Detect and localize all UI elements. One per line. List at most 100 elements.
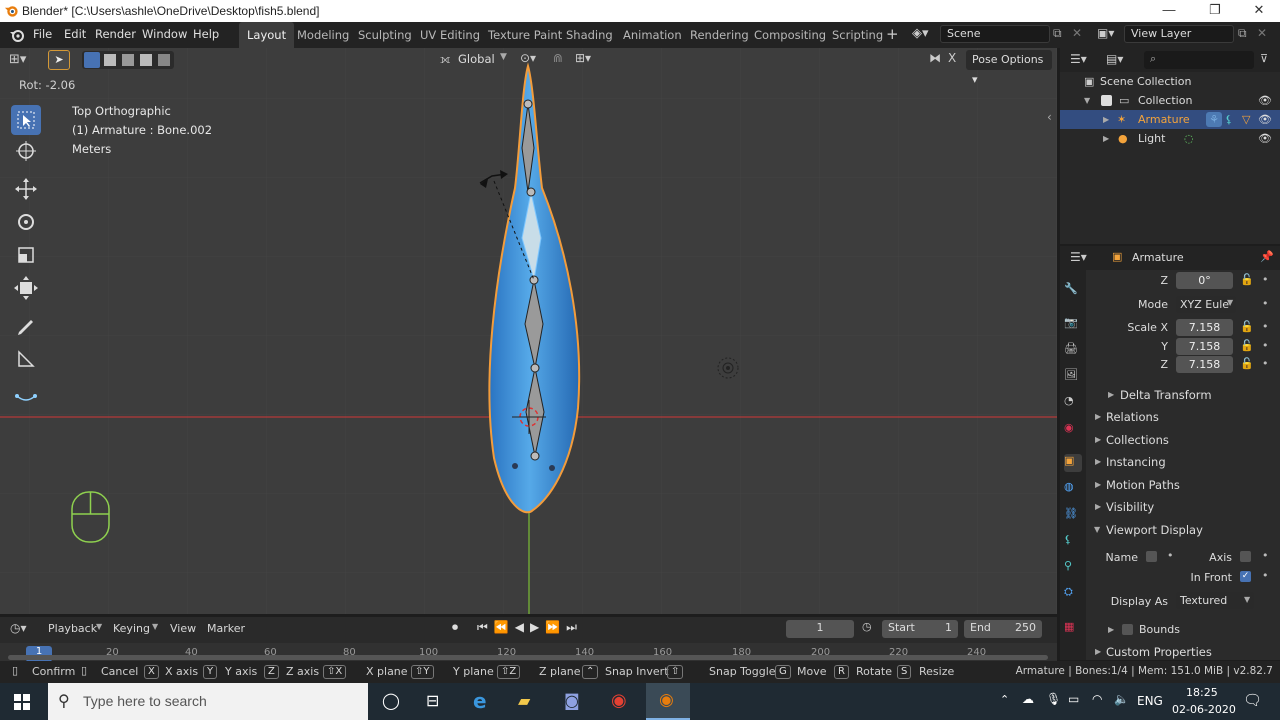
bone-constraint-tab-icon[interactable]: ⛭ bbox=[1064, 585, 1082, 603]
x-mirror-toggle[interactable]: X bbox=[948, 51, 956, 65]
delete-view-layer-icon[interactable]: ✕ bbox=[1257, 26, 1267, 40]
menu-edit[interactable]: Edit bbox=[64, 27, 86, 41]
bone-tab-icon[interactable]: ⚲ bbox=[1064, 559, 1082, 577]
keyframe-dot-icon[interactable]: • bbox=[1262, 569, 1269, 582]
keyframe-dot-icon[interactable]: • bbox=[1262, 297, 1269, 310]
expand-icon[interactable]: ▶ bbox=[1095, 412, 1101, 421]
eye-icon[interactable]: 👁 bbox=[1258, 110, 1272, 129]
timeline-editor-icon[interactable]: ◷▾ bbox=[10, 621, 27, 635]
expand-icon[interactable]: ▶ bbox=[1108, 390, 1114, 399]
pose-data-icon[interactable]: ⚘ bbox=[1206, 112, 1222, 127]
tab-texture-paint[interactable]: Texture Paint bbox=[480, 22, 570, 48]
subtract-selection-icon[interactable] bbox=[122, 54, 134, 66]
microphone-icon[interactable]: 🎙 bbox=[1046, 692, 1061, 706]
tab-layout[interactable]: Layout bbox=[239, 22, 295, 48]
include-checkbox[interactable] bbox=[1101, 95, 1112, 106]
panel-motion-paths[interactable]: Motion Paths bbox=[1106, 478, 1180, 492]
clock-time[interactable]: 18:25 bbox=[1186, 686, 1218, 699]
invert-selection-icon[interactable] bbox=[140, 54, 152, 66]
cortana-icon[interactable]: ◯ bbox=[382, 691, 400, 710]
expand-icon[interactable]: ▶ bbox=[1095, 435, 1101, 444]
object-tab-icon[interactable]: ▣ bbox=[1064, 454, 1082, 472]
scene-field[interactable]: Scene bbox=[940, 25, 1050, 43]
mirror-icon[interactable]: ⧓ bbox=[929, 51, 941, 65]
world-tab-icon[interactable]: ◉ bbox=[1064, 421, 1082, 439]
onedrive-icon[interactable]: ☁ bbox=[1022, 692, 1034, 706]
scale-x-field[interactable]: 7.158 bbox=[1176, 319, 1233, 336]
file-explorer-icon[interactable]: ▰ bbox=[518, 691, 530, 710]
transform-tool[interactable] bbox=[11, 273, 41, 303]
outliner-row-armature[interactable]: ▶ ✶ Armature ⚘ ⚸ ▽ 👁 bbox=[1060, 110, 1280, 129]
select-mode-icon[interactable]: ➤ bbox=[48, 50, 70, 70]
menu-file[interactable]: File bbox=[33, 27, 52, 41]
pose-options-dropdown[interactable]: Pose Options ▾ bbox=[966, 50, 1052, 86]
light-data-icon[interactable]: ◌ bbox=[1184, 129, 1194, 148]
discord-icon[interactable]: ◙ bbox=[564, 691, 580, 710]
timeline-menu-view[interactable]: View bbox=[170, 622, 196, 635]
timeline-ruler[interactable]: 1 20 40 60 80 100 120 140 160 180 200 22… bbox=[0, 643, 1057, 661]
lock-icon[interactable]: 🔓 bbox=[1240, 357, 1254, 370]
end-frame-field[interactable]: End 250 bbox=[964, 620, 1042, 638]
expand-icon[interactable]: ▶ bbox=[1095, 502, 1101, 511]
expand-icon[interactable]: ▶ bbox=[1103, 129, 1109, 148]
new-scene-icon[interactable]: ⧉ bbox=[1053, 26, 1062, 41]
scale-tool[interactable] bbox=[11, 240, 41, 270]
scene-icon[interactable]: ◈▾ bbox=[912, 26, 929, 41]
lock-icon[interactable]: 🔓 bbox=[1240, 273, 1254, 286]
outliner-row-light[interactable]: ▶ ● Light ◌ 👁 bbox=[1060, 129, 1280, 148]
tab-compositing[interactable]: Compositing bbox=[746, 22, 834, 48]
close-button[interactable]: ✕ bbox=[1236, 0, 1280, 22]
pivot-point-icon[interactable]: ⊙▾ bbox=[520, 51, 536, 65]
panel-relations[interactable]: Relations bbox=[1106, 410, 1159, 424]
show-name-checkbox[interactable] bbox=[1146, 551, 1157, 562]
snap-icon[interactable]: ⋒ bbox=[553, 51, 563, 65]
texture-tab-icon[interactable]: ▦ bbox=[1064, 620, 1082, 638]
tray-overflow-icon[interactable]: ⌃ bbox=[1000, 693, 1009, 706]
outliner-row-collection[interactable]: ▼ ▭ Collection 👁 bbox=[1060, 91, 1280, 110]
delete-scene-icon[interactable]: ✕ bbox=[1072, 26, 1082, 40]
display-as-dropdown[interactable]: Textured bbox=[1176, 592, 1254, 609]
view-layer-tab-icon[interactable]: 🖼 bbox=[1064, 368, 1082, 386]
new-view-layer-icon[interactable]: ⧉ bbox=[1238, 26, 1247, 41]
expand-icon[interactable]: ▶ bbox=[1108, 625, 1114, 634]
filter-icon[interactable]: ⊽ bbox=[1260, 52, 1268, 65]
menu-help[interactable]: Help bbox=[193, 27, 219, 41]
blender-menu-icon[interactable] bbox=[9, 27, 25, 43]
cursor-tool[interactable] bbox=[11, 136, 41, 166]
record-icon[interactable]: ⏺ bbox=[452, 620, 458, 635]
constraints-tab-icon[interactable]: ⛓ bbox=[1064, 507, 1082, 525]
keyframe-dot-icon[interactable]: • bbox=[1262, 273, 1269, 286]
intersect-selection-icon[interactable] bbox=[158, 54, 170, 66]
expand-icon[interactable]: ▶ bbox=[1103, 110, 1109, 129]
annotate-tool[interactable] bbox=[11, 311, 41, 341]
tab-modeling[interactable]: Modeling bbox=[289, 22, 357, 48]
preview-range-icon[interactable]: ◷ bbox=[862, 620, 872, 633]
keyframe-dot-icon[interactable]: • bbox=[1167, 549, 1174, 562]
expand-icon[interactable]: ▼ bbox=[1084, 91, 1090, 110]
lock-icon[interactable]: 🔓 bbox=[1240, 320, 1254, 333]
outliner-editor-icon[interactable]: ☰▾ bbox=[1070, 52, 1087, 66]
tab-uv-editing[interactable]: UV Editing bbox=[412, 22, 488, 48]
editor-type-icon[interactable]: ⊞▾ bbox=[9, 52, 26, 67]
rotate-tool[interactable] bbox=[11, 207, 41, 237]
chrome-icon[interactable]: ◉ bbox=[611, 690, 627, 711]
wifi-icon[interactable]: ◠ bbox=[1092, 692, 1102, 706]
panel-viewport-display[interactable]: Viewport Display bbox=[1106, 523, 1203, 537]
scale-z-field[interactable]: 7.158 bbox=[1176, 356, 1233, 373]
scale-y-field[interactable]: 7.158 bbox=[1176, 338, 1233, 355]
output-tab-icon[interactable]: 🖨 bbox=[1064, 342, 1082, 360]
minimize-button[interactable]: — bbox=[1146, 0, 1192, 22]
current-frame-field[interactable]: 1 bbox=[786, 620, 854, 638]
edge-icon[interactable]: e bbox=[473, 689, 487, 713]
snap-target-icon[interactable]: ⊞▾ bbox=[575, 51, 591, 65]
add-workspace-icon[interactable]: + bbox=[886, 25, 899, 43]
keyframe-dot-icon[interactable]: • bbox=[1262, 549, 1269, 562]
volume-icon[interactable]: 🔈 bbox=[1114, 692, 1129, 706]
battery-icon[interactable]: ▭ bbox=[1068, 692, 1079, 706]
3d-viewport[interactable]: ⊞▾ ➤ ⟗ Global ▼ ⊙▾ ⋒ ⊞▾ ⧓ X Pose Options… bbox=[0, 48, 1057, 614]
eye-icon[interactable]: 👁 bbox=[1258, 129, 1272, 148]
physics-tab-icon[interactable]: ◍ bbox=[1064, 480, 1082, 498]
timeline-scrollbar[interactable] bbox=[8, 655, 1048, 660]
roll-tool[interactable] bbox=[11, 382, 41, 412]
expand-icon[interactable]: ▶ bbox=[1095, 457, 1101, 466]
